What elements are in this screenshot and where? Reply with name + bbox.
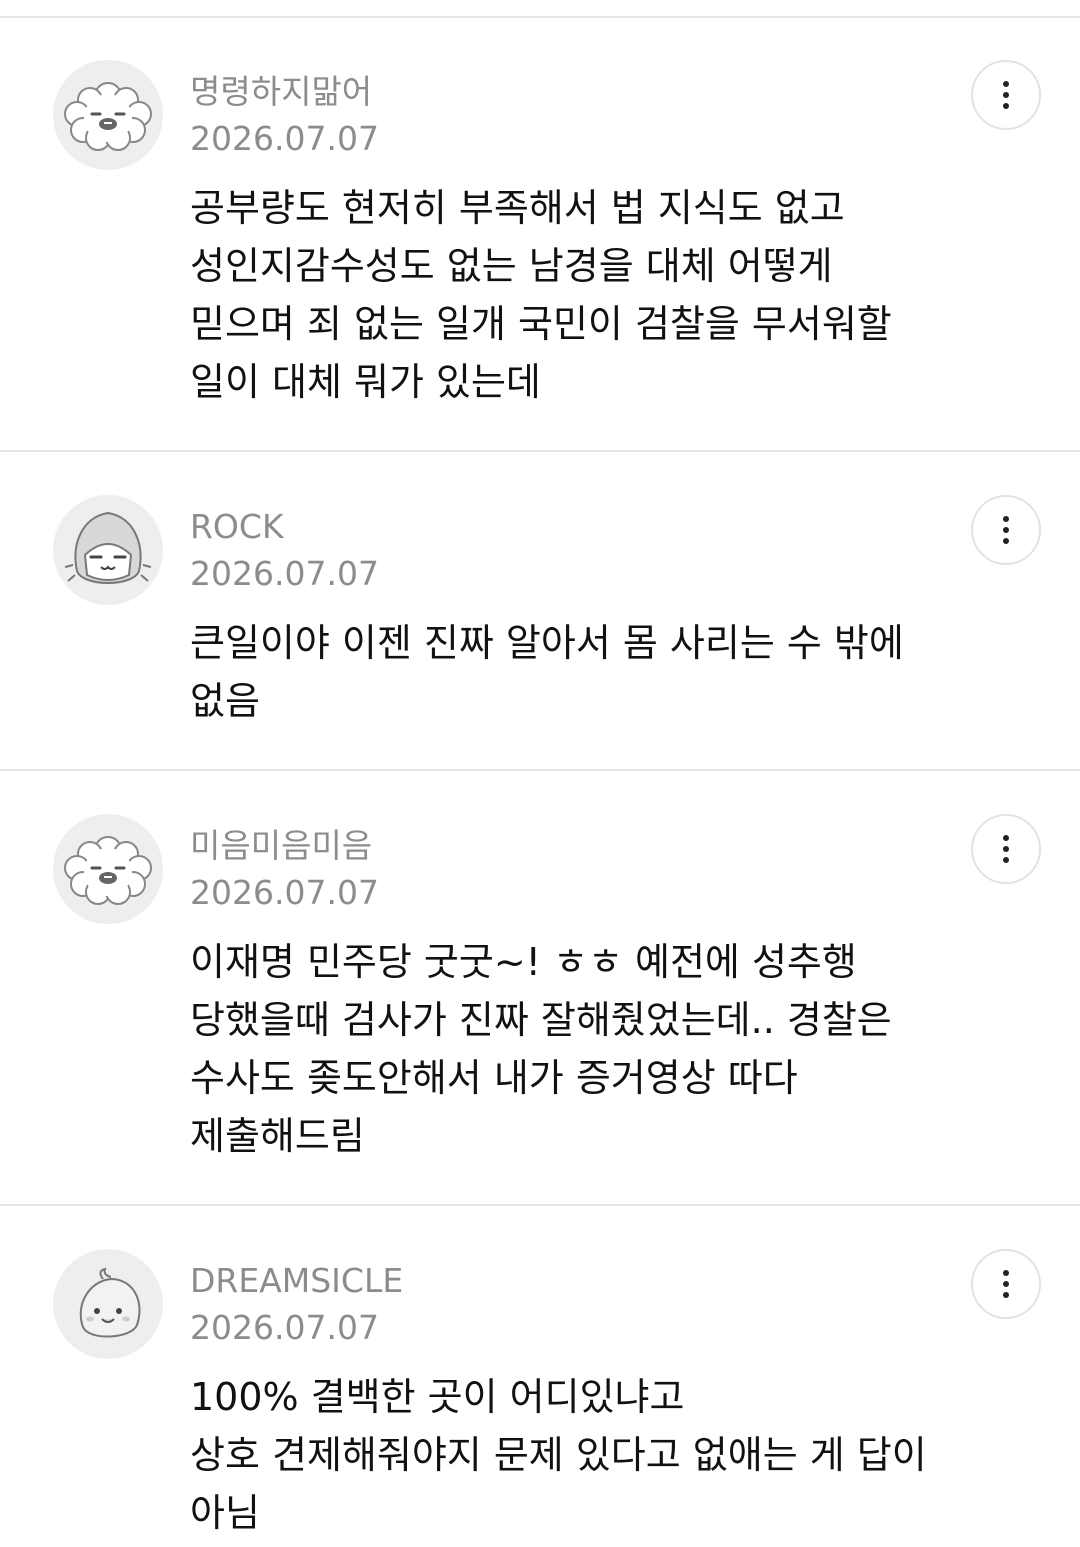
- hooded-character-avatar-icon[interactable]: [53, 495, 163, 605]
- comment-text: 100% 결백한 곳이 어디있냐고 상호 견제해줘야지 문제 있다고 없애는 게…: [190, 1375, 927, 1535]
- comment-author[interactable]: ROCK: [190, 507, 284, 547]
- vertical-ellipsis-icon: [1003, 81, 1009, 87]
- comment-divider: [0, 450, 1080, 452]
- top-divider: [0, 16, 1080, 18]
- comment-divider: [0, 1204, 1080, 1206]
- more-options-button[interactable]: [971, 814, 1041, 884]
- vertical-ellipsis-icon: [1003, 516, 1009, 522]
- comment-author[interactable]: 미음미음미음: [190, 826, 372, 866]
- vertical-ellipsis-icon: [1003, 835, 1009, 841]
- comment-text: 공부량도 현저히 부족해서 법 지식도 없고 성인지감수성도 없는 남경을 대체…: [190, 186, 892, 404]
- more-options-button[interactable]: [971, 495, 1041, 565]
- comment-divider: [0, 769, 1080, 771]
- more-options-button[interactable]: [971, 60, 1041, 130]
- comment-date: 2026.07.07: [190, 1308, 379, 1347]
- comment-author[interactable]: 명령하지맒어: [190, 72, 372, 112]
- chick-character-avatar-icon[interactable]: [53, 1249, 163, 1359]
- comment-date: 2026.07.07: [190, 119, 379, 158]
- comment-date: 2026.07.07: [190, 554, 379, 593]
- comment-date: 2026.07.07: [190, 873, 379, 912]
- poodle-avatar-icon[interactable]: [53, 814, 163, 924]
- comment-text: 이재명 민주당 굿굿~! ㅎㅎ 예전에 성추행 당했을때 검사가 진짜 잘해줬었…: [190, 940, 892, 1158]
- vertical-ellipsis-icon: [1003, 1270, 1009, 1276]
- comment-author[interactable]: DREAMSICLE: [190, 1261, 403, 1301]
- comment-text: 큰일이야 이젠 진짜 알아서 몸 사리는 수 밖에 없음: [190, 621, 904, 723]
- poodle-avatar-icon[interactable]: [53, 60, 163, 170]
- more-options-button[interactable]: [971, 1249, 1041, 1319]
